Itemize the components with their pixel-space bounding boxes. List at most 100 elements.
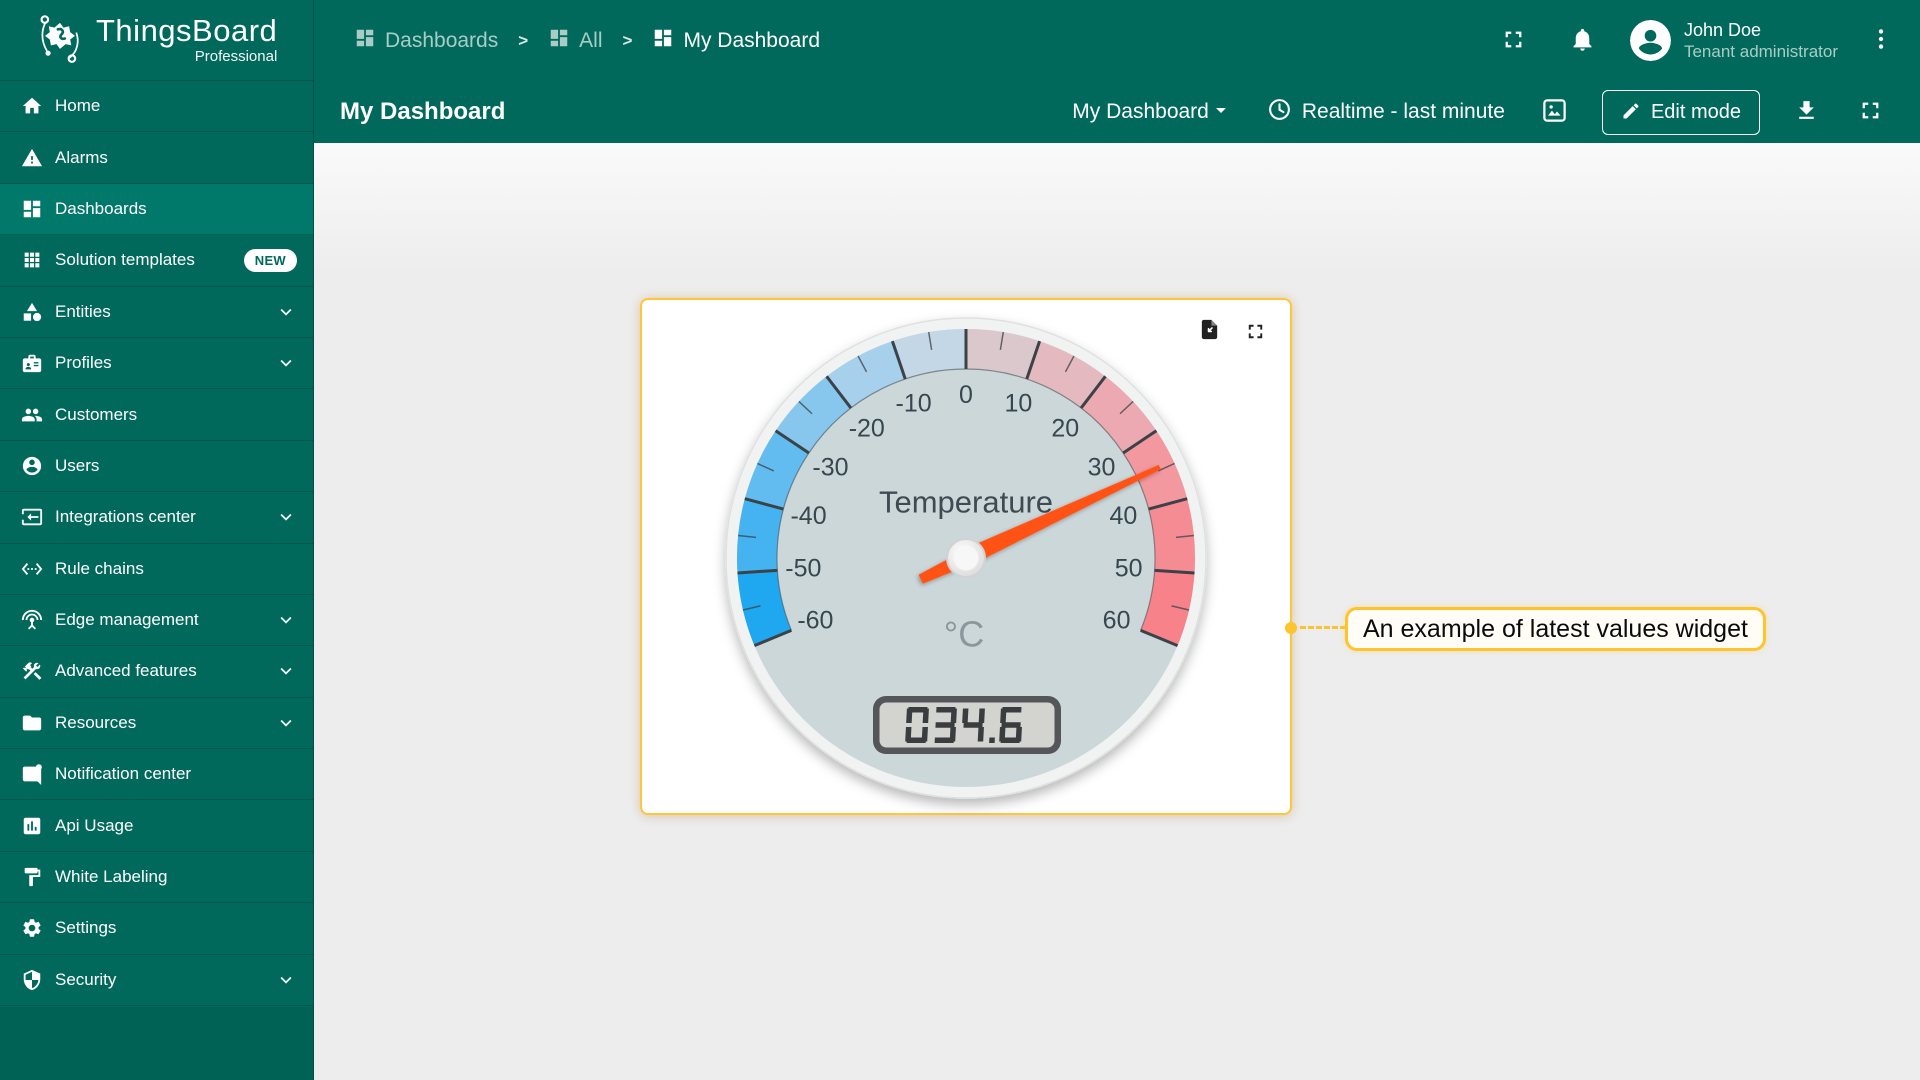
chevron-down-icon	[275, 969, 297, 991]
account-circle-icon	[20, 454, 44, 478]
sidebar-item-home[interactable]: Home	[0, 81, 313, 132]
gauge-tick-label: -40	[790, 502, 826, 530]
chevron-down-icon	[275, 660, 297, 682]
gauge-tick-label: -20	[849, 415, 885, 443]
breadcrumb: Dashboards>All>My Dashboard	[354, 27, 820, 54]
settings-ethernet-icon	[20, 557, 44, 581]
sidebar-item-notification-center[interactable]: Notification center	[0, 749, 313, 800]
timewindow-button[interactable]: Realtime - last minute	[1267, 97, 1505, 127]
user-role: Tenant administrator	[1684, 41, 1838, 62]
sidebar-item-label: Profiles	[55, 353, 112, 373]
widget-export-button[interactable]	[1198, 318, 1221, 344]
chevron-down-icon	[275, 506, 297, 528]
sidebar-item-advanced-features[interactable]: Advanced features	[0, 646, 313, 697]
sidebar-item-settings[interactable]: Settings	[0, 903, 313, 954]
home-icon	[20, 94, 44, 118]
people-icon	[20, 403, 44, 427]
sidebar-item-rule-chains[interactable]: Rule chains	[0, 544, 313, 595]
sidebar-item-profiles[interactable]: Profiles	[0, 338, 313, 389]
gauge-tick-label: 0	[959, 381, 973, 409]
gauge-tick-label: 40	[1110, 502, 1138, 530]
construction-icon	[20, 659, 44, 683]
breadcrumb-item-dashboards[interactable]: Dashboards	[354, 27, 498, 54]
sidebar-item-label: Home	[55, 96, 100, 116]
header-actions: John Doe Tenant administrator	[1500, 19, 1894, 62]
dashboard-icon	[20, 197, 44, 221]
sidebar-item-label: Notification center	[55, 764, 191, 784]
breadcrumb-separator: >	[518, 31, 528, 51]
dashboard-image-button[interactable]	[1541, 97, 1568, 127]
sidebar-item-label: Security	[55, 970, 116, 990]
breadcrumb-item-all[interactable]: All	[548, 27, 602, 54]
dashboard-title: My Dashboard	[340, 98, 505, 126]
category-icon	[20, 300, 44, 324]
dashboard-toolbar-actions: My Dashboard Realtime - last minute Edit…	[1072, 90, 1884, 135]
sidebar-item-solution-templates[interactable]: Solution templates NEW	[0, 235, 313, 286]
sidebar-item-resources[interactable]: Resources	[0, 698, 313, 749]
annotation-callout: An example of latest values widget	[1345, 607, 1766, 651]
sidebar-item-white-labeling[interactable]: White Labeling	[0, 852, 313, 903]
sidebar-item-edge-management[interactable]: Edge management	[0, 595, 313, 646]
download-icon	[1794, 98, 1819, 126]
apps-icon	[20, 248, 44, 272]
more-menu-button[interactable]	[1868, 26, 1894, 55]
gauge-tick-label: -10	[896, 390, 932, 418]
sidebar-item-label: Solution templates	[55, 250, 195, 270]
avatar[interactable]	[1630, 20, 1671, 61]
breadcrumb-label: All	[579, 29, 602, 53]
sidebar-item-label: Settings	[55, 918, 116, 938]
fullscreen-icon	[1857, 97, 1884, 127]
edit-mode-button[interactable]: Edit mode	[1602, 90, 1760, 135]
sidebar-item-dashboards[interactable]: Dashboards	[0, 184, 313, 235]
dashboard-state-select[interactable]: My Dashboard	[1072, 98, 1233, 127]
pencil-icon	[1621, 101, 1641, 124]
image-icon	[1541, 97, 1568, 127]
gauge-tick-label: 60	[1103, 606, 1131, 634]
sidebar-footer	[0, 1007, 313, 1080]
more-vert-icon	[1868, 26, 1894, 55]
notification-icon	[20, 762, 44, 786]
input-icon	[20, 505, 44, 529]
app-logo[interactable]: ThingsBoard Professional	[0, 0, 313, 81]
sidebar-item-label: Edge management	[55, 610, 199, 630]
sidebar-item-entities[interactable]: Entities	[0, 287, 313, 338]
state-label: My Dashboard	[1072, 100, 1209, 124]
annotation-anchor-dot	[1285, 622, 1297, 634]
sidebar-item-users[interactable]: Users	[0, 441, 313, 492]
new-badge: NEW	[244, 249, 297, 272]
gear-icon	[20, 916, 44, 940]
temperature-gauge: -60-50-40-30-20-100102030405060Temperatu…	[642, 300, 1294, 817]
sidebar-item-customers[interactable]: Customers	[0, 389, 313, 440]
chevron-down-icon	[275, 712, 297, 734]
chart-icon	[20, 814, 44, 838]
notifications-button[interactable]	[1569, 26, 1596, 56]
user-info[interactable]: John Doe Tenant administrator	[1684, 19, 1838, 62]
sidebar-item-alarms[interactable]: Alarms	[0, 132, 313, 183]
app-name: ThingsBoard	[96, 15, 277, 47]
toolbar-fullscreen-button[interactable]	[1857, 97, 1884, 127]
gauge-tick-label: 30	[1088, 453, 1116, 481]
fullscreen-button[interactable]	[1500, 26, 1527, 56]
sidebar-item-label: Entities	[55, 302, 111, 322]
sidebar-item-label: Customers	[55, 405, 137, 425]
breadcrumb-item-my-dashboard[interactable]: My Dashboard	[652, 27, 820, 54]
gauge-tick-label: -30	[812, 453, 848, 481]
gauge-tick-label: 20	[1051, 415, 1079, 443]
top-header: Dashboards>All>My Dashboard John Doe Ten…	[314, 0, 1920, 81]
gauge-title: Temperature	[879, 485, 1053, 520]
breadcrumb-label: My Dashboard	[683, 29, 820, 53]
sidebar-item-integrations-center[interactable]: Integrations center	[0, 492, 313, 543]
widget-fullscreen-button[interactable]	[1244, 320, 1267, 346]
sidebar-item-security[interactable]: Security	[0, 955, 313, 1006]
edit-mode-label: Edit mode	[1651, 101, 1741, 124]
gauge-tick-label: 10	[1004, 390, 1032, 418]
sidebar-item-api-usage[interactable]: Api Usage	[0, 800, 313, 851]
download-button[interactable]	[1794, 98, 1819, 126]
gauge-units: °C	[944, 614, 984, 655]
fullscreen-icon	[1244, 331, 1267, 346]
dashboard-icon	[548, 27, 570, 54]
sidebar-item-label: Alarms	[55, 148, 108, 168]
sidebar-item-label: Api Usage	[55, 816, 133, 836]
sidebar-item-label: Rule chains	[55, 559, 144, 579]
shield-icon	[20, 968, 44, 992]
